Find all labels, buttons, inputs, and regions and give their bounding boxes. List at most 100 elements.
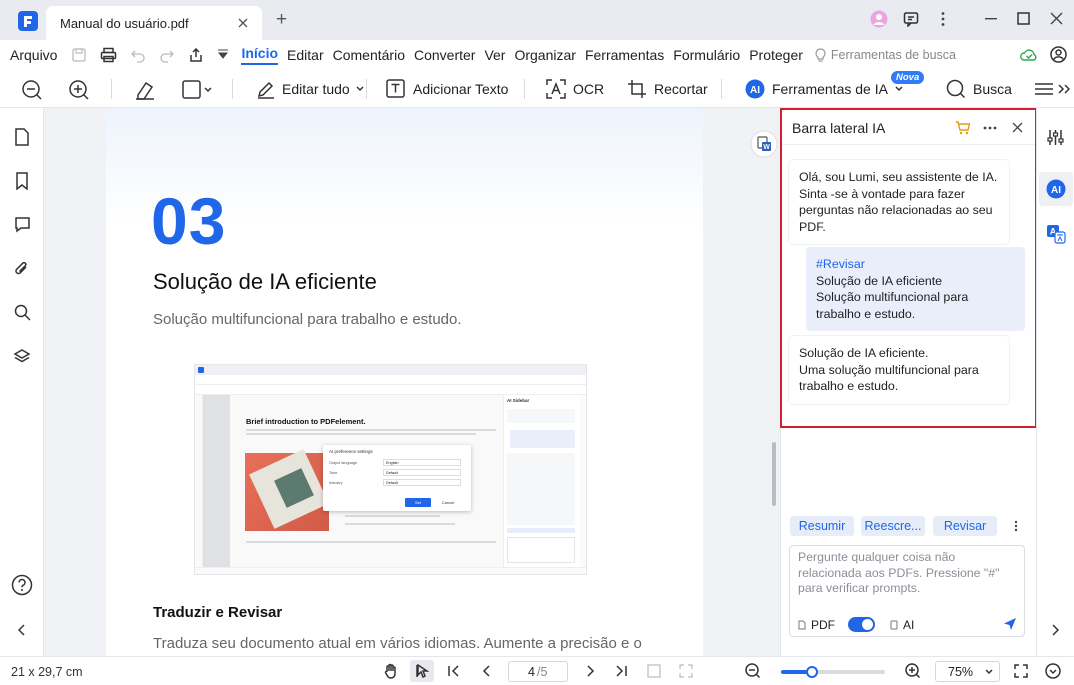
prompt-input[interactable]: Pergunte qualquer coisa não relacionada …: [798, 550, 1020, 597]
page-subheading: Solução multifuncional para trabalho e e…: [153, 311, 462, 328]
menu-form[interactable]: Formulário: [673, 47, 740, 63]
chevron-down-icon: [895, 86, 903, 92]
text-box-icon: [386, 79, 405, 98]
hand-tool-icon[interactable]: [383, 663, 399, 679]
last-page-icon[interactable]: [615, 665, 627, 677]
prompt-input-box[interactable]: Pergunte qualquer coisa não relacionada …: [789, 545, 1025, 637]
minimize-icon[interactable]: [985, 18, 997, 20]
zoom-level-select[interactable]: 75%: [935, 661, 1000, 682]
fit-page-icon[interactable]: [679, 664, 693, 678]
select-tool-button[interactable]: [410, 660, 434, 682]
actions-more-icon[interactable]: [1014, 520, 1018, 532]
edit-all-button[interactable]: Editar tudo: [256, 79, 364, 99]
menu-home[interactable]: Início: [241, 45, 279, 65]
print-icon[interactable]: [100, 47, 117, 63]
page-number-field[interactable]: 4 /5: [508, 661, 568, 682]
panel-more-icon[interactable]: [983, 126, 997, 130]
cart-icon[interactable]: [955, 121, 970, 135]
pdf-ai-mode-toggle[interactable]: [848, 617, 875, 632]
profile-icon[interactable]: [1050, 46, 1067, 63]
quick-access-dropdown-icon[interactable]: [217, 49, 229, 61]
collapse-left-icon[interactable]: [18, 624, 26, 636]
assistant-greeting: Olá, sou Lumi, seu assistente de IA. Sin…: [789, 160, 1009, 244]
ai-tools-button[interactable]: AI Ferramentas de IA: [745, 79, 903, 99]
search-tools-hint[interactable]: Ferramentas de busca: [831, 48, 956, 62]
crop-button[interactable]: Recortar: [627, 79, 708, 99]
search-button[interactable]: Busca: [946, 79, 1012, 99]
word-convert-icon[interactable]: W: [750, 130, 778, 158]
help-icon[interactable]: [11, 574, 33, 596]
properties-icon[interactable]: [1047, 129, 1064, 146]
close-tab-icon[interactable]: [238, 18, 248, 28]
highlight-icon[interactable]: [134, 79, 156, 101]
pdf-page: 03 Solução de IA eficiente Solução multi…: [106, 108, 703, 656]
share-icon[interactable]: [188, 47, 204, 63]
embedded-title: Brief introduction to PDFelement.: [246, 417, 366, 426]
undo-icon[interactable]: [130, 47, 146, 63]
zoom-out-icon[interactable]: [21, 79, 43, 101]
zoom-in-icon[interactable]: [68, 79, 90, 101]
page-layout-icon[interactable]: [647, 664, 661, 678]
new-tab-button[interactable]: +: [276, 9, 287, 31]
menu-organize[interactable]: Organizar: [514, 47, 575, 63]
proofread-button[interactable]: Revisar: [933, 516, 997, 536]
status-zoom-out-icon[interactable]: [745, 663, 761, 679]
attachment-icon[interactable]: [14, 260, 30, 278]
summarize-button[interactable]: Resumir: [790, 516, 854, 536]
svg-text:AI: AI: [1051, 185, 1061, 196]
document-tab[interactable]: Manual do usuário.pdf: [46, 6, 262, 40]
chevron-down-icon: [356, 86, 364, 92]
menu-file[interactable]: Arquivo: [10, 47, 57, 63]
status-zoom-in-icon[interactable]: [905, 663, 921, 679]
menu-view[interactable]: Ver: [484, 47, 505, 63]
cursor-icon: [416, 664, 429, 678]
menu-bar: Arquivo Início Editar Comentário Convert…: [0, 40, 1074, 70]
close-panel-icon[interactable]: [1012, 122, 1023, 133]
save-icon[interactable]: [71, 47, 87, 63]
app-logo-icon: [18, 11, 38, 31]
more-options-icon[interactable]: [940, 11, 946, 27]
menu-protect[interactable]: Proteger: [749, 47, 803, 63]
ai-icon: AI: [745, 79, 765, 99]
redo-icon[interactable]: [159, 47, 175, 63]
previous-page-icon[interactable]: [482, 665, 490, 677]
send-icon[interactable]: [1003, 617, 1017, 631]
search-panel-icon[interactable]: [14, 304, 31, 321]
rewrite-button[interactable]: Reescre...: [861, 516, 925, 536]
close-window-icon[interactable]: [1050, 12, 1063, 25]
menu-comment[interactable]: Comentário: [333, 47, 405, 63]
first-page-icon[interactable]: [448, 665, 460, 677]
right-sidebar: AI A: [1036, 108, 1074, 656]
current-page[interactable]: 4: [528, 665, 535, 679]
shape-icon[interactable]: [182, 80, 212, 100]
assistant-reply: Solução de IA eficiente. Uma solução mul…: [789, 336, 1009, 404]
ocr-button[interactable]: OCR: [546, 79, 604, 99]
add-text-button[interactable]: Adicionar Texto: [386, 79, 508, 98]
comment-icon[interactable]: [14, 216, 31, 233]
avatar[interactable]: [870, 10, 888, 28]
page-size: 21 x 29,7 cm: [11, 665, 83, 679]
embedded-dialog: AI preference settings Output language E…: [323, 445, 471, 511]
tab-title: Manual do usuário.pdf: [60, 15, 189, 31]
next-page-icon[interactable]: [587, 665, 595, 677]
cloud-sync-icon[interactable]: [1020, 47, 1038, 63]
fullscreen-icon[interactable]: [1014, 664, 1028, 678]
menu-edit[interactable]: Editar: [287, 47, 324, 63]
vertical-scrollbar[interactable]: [772, 442, 776, 506]
collapse-right-icon[interactable]: [1051, 624, 1059, 636]
expand-status-icon[interactable]: [1045, 663, 1061, 679]
left-sidebar: [0, 108, 44, 656]
menu-tools[interactable]: Ferramentas: [585, 47, 664, 63]
layers-icon[interactable]: [13, 348, 31, 365]
pdf-file-icon: [798, 620, 806, 630]
main-toolbar: Editar tudo Adicionar Texto OCR Recortar…: [0, 70, 1074, 108]
zoom-slider[interactable]: [781, 666, 885, 678]
bookmark-icon[interactable]: [15, 172, 29, 190]
menu-convert[interactable]: Converter: [414, 47, 475, 63]
feedback-icon[interactable]: [903, 11, 919, 27]
maximize-icon[interactable]: [1017, 12, 1030, 25]
translate-icon[interactable]: A: [1046, 224, 1066, 244]
page-thumbnails-icon[interactable]: [14, 128, 30, 146]
toolbar-more-icon[interactable]: [1034, 81, 1070, 97]
ai-sidebar-tab[interactable]: AI: [1039, 172, 1073, 206]
